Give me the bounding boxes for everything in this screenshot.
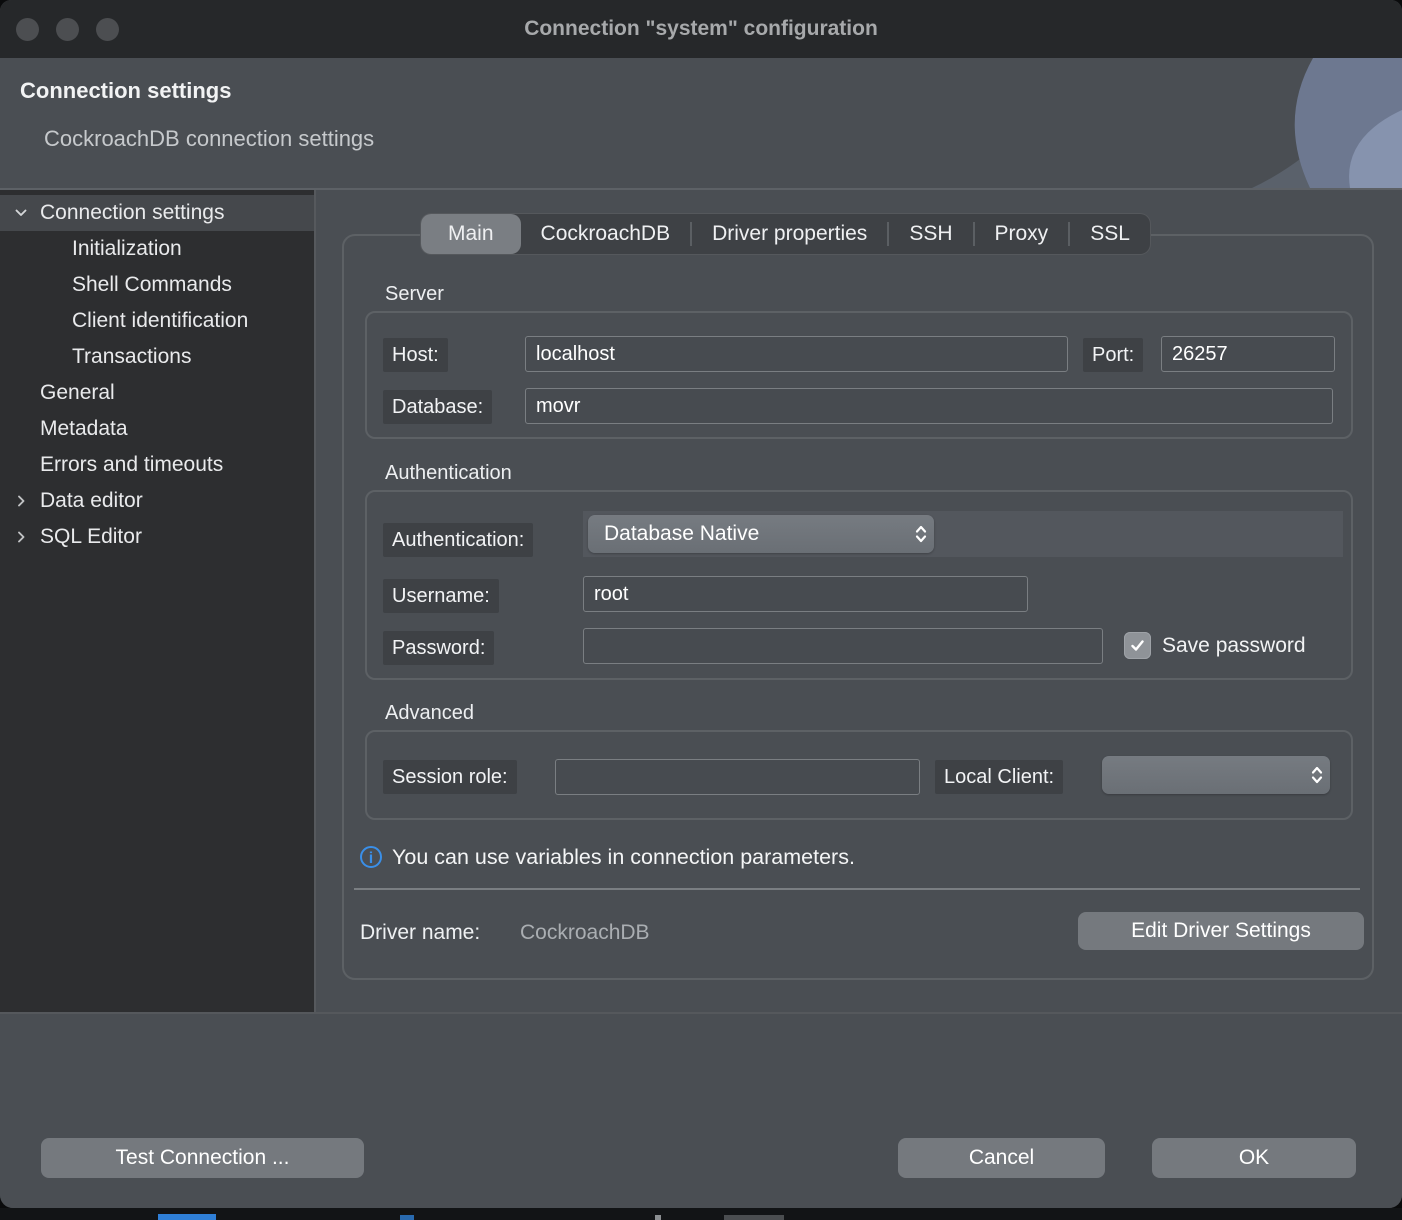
save-password-label: Save password: [1162, 634, 1306, 658]
authentication-label: Authentication:: [383, 523, 533, 557]
authentication-group: Authentication: Database Native Username…: [365, 490, 1353, 680]
advanced-group: Session role: Local Client:: [365, 730, 1353, 820]
password-input[interactable]: [583, 628, 1103, 664]
sidebar-item-metadata[interactable]: Metadata: [0, 411, 314, 447]
desktop-fragment: [724, 1215, 784, 1220]
tab-main[interactable]: Main: [421, 214, 521, 254]
sidebar-item-sql-editor[interactable]: SQL Editor: [0, 519, 314, 555]
sidebar-item-general[interactable]: General: [0, 375, 314, 411]
info-text: You can use variables in connection para…: [392, 845, 855, 870]
desktop-strip: [0, 1208, 1402, 1220]
desktop-fragment: [158, 1214, 216, 1220]
tab-ssh[interactable]: SSH: [889, 214, 972, 254]
main-content: MainCockroachDBDriver propertiesSSHProxy…: [316, 190, 1402, 1012]
sidebar-item-label: Data editor: [40, 489, 143, 513]
authentication-group-label: Authentication: [385, 462, 512, 485]
database-label: Database:: [383, 390, 492, 424]
host-label: Host:: [383, 338, 448, 372]
sidebar-item-label: General: [40, 381, 115, 405]
tab-bar: MainCockroachDBDriver propertiesSSHProxy…: [421, 214, 1150, 254]
database-input[interactable]: [525, 388, 1333, 424]
sidebar-item-label: Errors and timeouts: [40, 453, 223, 477]
desktop-fragment: [655, 1215, 661, 1220]
local-client-select[interactable]: [1102, 756, 1330, 794]
save-password-checkbox[interactable]: [1124, 632, 1151, 659]
chevron-right-icon: [13, 529, 29, 545]
cancel-button[interactable]: Cancel: [898, 1138, 1105, 1178]
sidebar-item-label: Initialization: [72, 237, 182, 261]
sidebar-item-label: Metadata: [40, 417, 128, 441]
popup-chevrons-icon: [908, 522, 934, 546]
session-role-label: Session role:: [383, 760, 517, 794]
edit-driver-settings-button[interactable]: Edit Driver Settings: [1078, 912, 1364, 950]
sidebar-item-label: Client identification: [72, 309, 248, 333]
sidebar-item-errors-and-timeouts[interactable]: Errors and timeouts: [0, 447, 314, 483]
sidebar-item-label: SQL Editor: [40, 525, 142, 549]
advanced-group-label: Advanced: [385, 702, 474, 725]
page-subtitle: CockroachDB connection settings: [44, 126, 374, 152]
chevron-right-icon: [13, 493, 29, 509]
ok-button[interactable]: OK: [1152, 1138, 1356, 1178]
driver-name-label: Driver name:: [360, 921, 480, 945]
chevron-down-icon: [13, 205, 29, 221]
password-label: Password:: [383, 631, 494, 665]
sidebar-item-client-identification[interactable]: Client identification: [0, 303, 314, 339]
checkmark-icon: [1129, 637, 1146, 654]
divider: [354, 888, 1360, 890]
authentication-select-value: Database Native: [588, 522, 908, 546]
authentication-select[interactable]: Database Native: [588, 515, 934, 553]
tab-cockroachdb[interactable]: CockroachDB: [521, 214, 691, 254]
dialog-footer: Test Connection ... Cancel OK: [0, 1012, 1402, 1208]
info-icon: i: [360, 846, 382, 868]
port-label: Port:: [1083, 338, 1143, 372]
tab-proxy[interactable]: Proxy: [975, 214, 1069, 254]
tab-driver-properties[interactable]: Driver properties: [692, 214, 887, 254]
server-group-label: Server: [385, 283, 444, 306]
local-client-label: Local Client:: [935, 760, 1063, 794]
popup-chevrons-icon: [1304, 763, 1330, 787]
window-title: Connection "system" configuration: [0, 0, 1402, 58]
driver-name-value: CockroachDB: [520, 921, 650, 945]
sidebar-item-data-editor[interactable]: Data editor: [0, 483, 314, 519]
settings-tree: Connection settings Initialization Shell C…: [0, 190, 316, 1012]
server-group: Host: Port: Database:: [365, 311, 1353, 439]
desktop-fragment: [400, 1215, 414, 1220]
sidebar-item-shell-commands[interactable]: Shell Commands: [0, 267, 314, 303]
connection-configuration-dialog: Connection "system" configuration Connec…: [0, 0, 1402, 1208]
titlebar: Connection "system" configuration: [0, 0, 1402, 58]
page-title: Connection settings: [20, 78, 231, 104]
sidebar-item-transactions[interactable]: Transactions: [0, 339, 314, 375]
main-tab-panel: Server Host: Port: Database: Authenticat…: [342, 234, 1374, 980]
header-swoosh-decoration: [1102, 58, 1402, 188]
sidebar-item-initialization[interactable]: Initialization: [0, 231, 314, 267]
username-label: Username:: [383, 579, 499, 613]
sidebar-item-label: Transactions: [72, 345, 191, 369]
host-input[interactable]: [525, 336, 1068, 372]
sidebar-item-label: Shell Commands: [72, 273, 232, 297]
sidebar-item-connection-settings[interactable]: Connection settings: [0, 195, 314, 231]
port-input[interactable]: [1161, 336, 1335, 372]
dialog-header: Connection settings CockroachDB connecti…: [0, 58, 1402, 190]
tab-ssl[interactable]: SSL: [1070, 214, 1150, 254]
session-role-input[interactable]: [555, 759, 920, 795]
sidebar-item-label: Connection settings: [40, 201, 224, 225]
test-connection-button[interactable]: Test Connection ...: [41, 1138, 364, 1178]
username-input[interactable]: [583, 576, 1028, 612]
